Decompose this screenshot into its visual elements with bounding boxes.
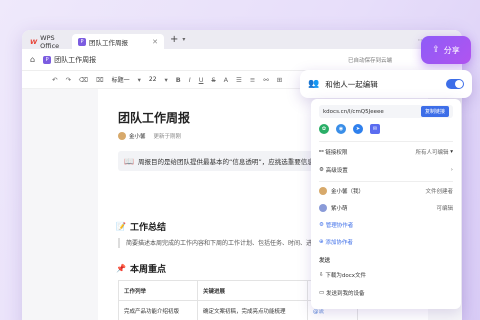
qq-icon[interactable]: ◉ [336, 124, 346, 134]
wps-logo-icon: W [30, 37, 38, 46]
advanced-settings-label: 高级设置 [325, 168, 348, 174]
member-row: 紫小萌 可编辑 [319, 204, 453, 212]
pencil-icon: 📝 [116, 222, 126, 231]
member-row: 金小馨（我） 文件创建者 [319, 187, 453, 195]
dingtalk-icon[interactable]: ➤ [353, 124, 363, 134]
send-to-device-row[interactable]: ▭ 发送到我的设备 [319, 289, 453, 297]
avatar [118, 132, 126, 140]
tab-document-label: 团队工作周报 [89, 38, 128, 47]
send-section-title: 发送 [319, 258, 331, 264]
avatar [319, 204, 327, 212]
collaborate-panel: 👥 和他人一起编辑 [300, 70, 472, 98]
redo-icon[interactable]: ↷ [65, 76, 70, 84]
share-link-box: kdocs.cn/l/cmQ5Jeeee 复制链接 [319, 105, 453, 118]
font-size-select[interactable]: 22 [149, 76, 157, 83]
divider [319, 141, 453, 142]
chevron-down-icon: ▾ [164, 75, 168, 84]
section-heading-summary[interactable]: 📝 工作总结 [116, 220, 166, 233]
table-header-cell[interactable]: 工作列举 [118, 280, 198, 301]
tab-wps-office[interactable]: W WPS Office [22, 33, 72, 50]
document-header: ⌂ P 团队工作周报 已自动保存到云端 [22, 49, 462, 71]
callout-text: 周报目的是给团队提供最基本的“信息透明”，应挑选重要信息进行阐 [137, 158, 334, 166]
section-heading-focus[interactable]: 📌 本周重点 [116, 262, 166, 275]
insert-icon[interactable]: ⊞ [277, 76, 282, 84]
manage-collaborators-label: 管理协作者 [325, 223, 354, 229]
save-status: 已自动保存到云端 [348, 58, 393, 64]
table-cell[interactable]: 完成产品功能介绍初版 [118, 300, 198, 320]
add-collaborator-label: 添加协作者 [325, 240, 353, 246]
italic-icon[interactable]: I [189, 76, 191, 84]
tab-bar: W WPS Office P 团队工作周报 ✕ + ▾ ⋯ ⚙ — [22, 30, 462, 50]
collaborate-toggle[interactable] [446, 79, 464, 89]
author-name: 金小馨 [129, 134, 146, 140]
author-line: 金小馨 更新于刚刚 [118, 132, 181, 140]
chevron-right-icon: › [450, 167, 453, 173]
download-docx-row[interactable]: ⇩ 下载为docx文件 [319, 271, 453, 279]
underline-icon[interactable]: U [199, 76, 204, 84]
share-icon: ⇪ [432, 45, 440, 55]
book-icon: 📖 [124, 156, 134, 166]
mail-icon[interactable]: ✉ [370, 124, 380, 134]
add-collaborator-link[interactable]: ⊕ 添加协作者 [319, 238, 453, 246]
manage-collaborators-link[interactable]: ⚙ 管理协作者 [319, 221, 453, 229]
tab-document[interactable]: P 团队工作周报 ✕ [72, 34, 164, 49]
link-permission-row[interactable]: ⚯ 链接权限 所有人可编辑 ▾ [319, 148, 453, 156]
table-cell[interactable]: 确定文案初稿，完成亮点功能梳理 [197, 300, 308, 320]
pin-icon: 📌 [116, 264, 126, 273]
share-link-url[interactable]: kdocs.cn/l/cmQ5Jeeee [323, 109, 384, 115]
table-header-cell[interactable]: 关键进展 [197, 280, 308, 301]
link-permission-label: 链接权限 [325, 150, 348, 156]
new-tab-button[interactable]: + [170, 34, 178, 45]
avatar [319, 187, 327, 195]
format-painter-icon[interactable]: ⌫ [79, 76, 88, 84]
undo-icon[interactable]: ↶ [52, 76, 57, 84]
share-sheet: kdocs.cn/l/cmQ5Jeeee 复制链接 ✿ ◉ ➤ ✉ ⚯ 链接权限… [311, 99, 461, 309]
share-apps: ✿ ◉ ➤ ✉ [319, 124, 453, 134]
gear-icon: ⚙ [319, 222, 326, 228]
document-icon: P [78, 37, 86, 46]
tab-wps-label: WPS Office [40, 33, 60, 50]
font-color-icon[interactable]: A [224, 76, 228, 84]
people-icon: 👥 [308, 79, 320, 89]
link-icon[interactable]: ⚯ [263, 76, 268, 84]
divider [319, 181, 453, 182]
share-label: 分享 [443, 45, 460, 55]
chevron-down-icon: ▾ [448, 149, 453, 155]
link-permission-value: 所有人可编辑 [415, 150, 449, 156]
advanced-settings-row[interactable]: ⚙ 高级设置 › [319, 166, 453, 174]
chevron-down-icon: ▾ [137, 75, 141, 84]
bold-icon[interactable]: B [176, 76, 181, 84]
settings-icon: ⚙ [319, 167, 326, 173]
list-icon[interactable]: ☰ [236, 76, 242, 84]
strikethrough-icon[interactable]: S [211, 76, 215, 84]
document-name[interactable]: 团队工作周报 [54, 55, 96, 65]
copy-link-button[interactable]: 复制链接 [420, 106, 449, 117]
member-role[interactable]: 可编辑 [436, 204, 453, 212]
member-name: 金小馨（我） [331, 189, 365, 195]
wechat-icon[interactable]: ✿ [319, 124, 329, 134]
download-docx-label: 下载为docx文件 [325, 273, 366, 279]
heading-style-select[interactable]: 标题一 [112, 75, 130, 84]
updated-time: 更新于刚刚 [153, 134, 182, 140]
chevron-down-icon[interactable]: ▾ [182, 36, 185, 43]
home-icon[interactable]: ⌂ [30, 55, 35, 64]
section-heading-text: 工作总结 [129, 223, 166, 233]
document-icon: P [43, 55, 52, 64]
device-icon: ▭ [319, 290, 326, 296]
section-heading-text: 本周重点 [129, 265, 166, 275]
member-role: 文件创建者 [425, 189, 453, 195]
clear-format-icon[interactable]: ⌧ [96, 76, 104, 84]
member-name: 紫小萌 [331, 206, 348, 212]
share-button[interactable]: ⇪ 分享 [421, 36, 471, 64]
align-icon[interactable]: ≡ [250, 76, 255, 84]
send-to-device-label: 发送到我的设备 [325, 291, 365, 297]
close-icon[interactable]: ✕ [152, 38, 158, 46]
document-title[interactable]: 团队工作周报 [118, 109, 190, 126]
collaborate-label: 和他人一起编辑 [325, 79, 378, 89]
